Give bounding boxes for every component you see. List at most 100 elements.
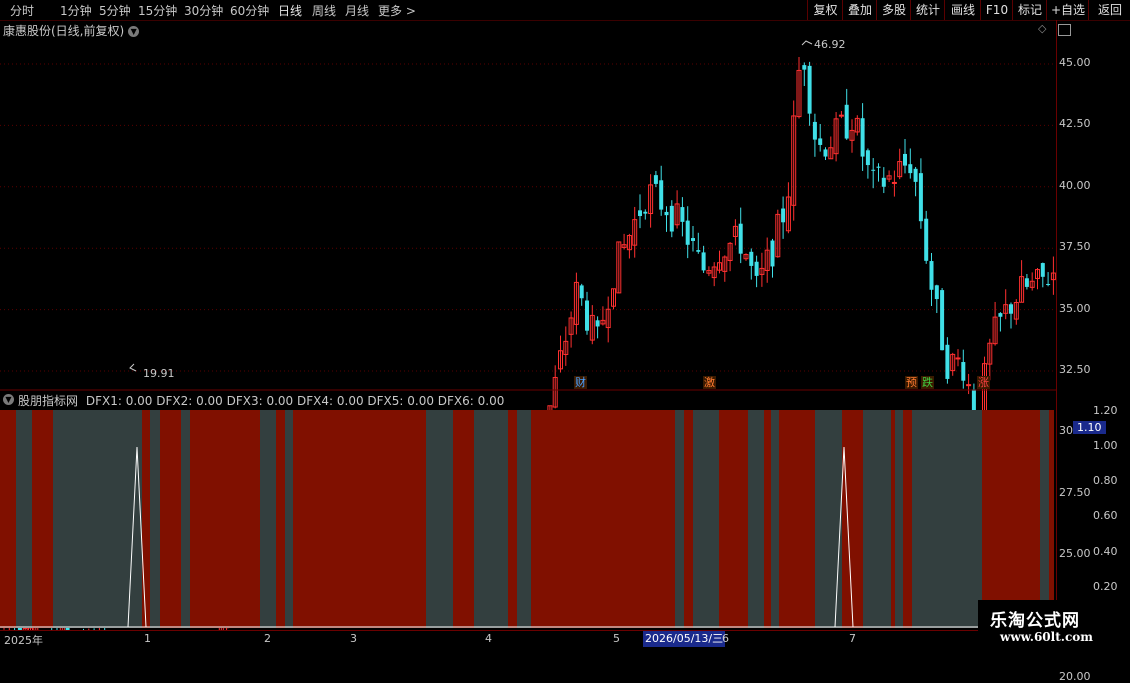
period-30min[interactable]: 30分钟 (184, 2, 223, 19)
period-60min[interactable]: 60分钟 (230, 2, 269, 19)
stats-button[interactable]: 统计 (910, 0, 945, 20)
watermark-name: 乐淘公式网 (990, 611, 1080, 631)
stock-title[interactable]: 康惠股份(日线,前复权) ▼ (3, 22, 140, 39)
indicator-band (293, 410, 426, 628)
candle-body-down (669, 205, 674, 232)
candle-body-down (685, 220, 690, 245)
cursor-date-highlight: 2026/05/13/三 (643, 631, 726, 647)
candle-body-down (738, 223, 743, 254)
low-marker (129, 363, 137, 372)
date-label-m5: 5 (613, 632, 620, 645)
diamond-icon[interactable]: ◇ (1038, 22, 1046, 35)
candle-body-down (865, 150, 870, 166)
candle-body-down (929, 261, 934, 290)
candle-body-down (770, 240, 775, 267)
watermark-url: www.60lt.com (1000, 630, 1093, 644)
top-toolbar: 分时 1分钟 5分钟 15分钟 30分钟 60分钟 日线 周线 月线 更多 > … (0, 0, 1130, 21)
price-tick: 42.50 (1059, 117, 1091, 131)
candle-body-down (781, 208, 786, 223)
candle-body-down (749, 251, 754, 266)
event-marker-zhang[interactable]: 涨 (977, 376, 990, 389)
candle-body-down (812, 121, 817, 140)
indicator-band (181, 410, 190, 628)
period-5min[interactable]: 5分钟 (99, 2, 131, 19)
candle-body-down (903, 153, 907, 166)
indicator-band (891, 410, 895, 628)
chevron-down-icon[interactable]: ▼ (128, 26, 140, 37)
event-marker-ji[interactable]: 激 (703, 376, 716, 389)
indicator-band (684, 410, 693, 628)
indicator-band (748, 410, 764, 628)
date-label-m3: 3 (350, 632, 357, 645)
event-marker-cai[interactable]: 财 (574, 376, 587, 389)
candle-body-down (924, 218, 929, 261)
add-watchlist-button[interactable]: +自选 (1046, 0, 1089, 20)
period-fenshi[interactable]: 分时 (10, 2, 34, 19)
indicator-tick: 0.40 (1093, 544, 1118, 558)
period-monthly[interactable]: 月线 (345, 2, 369, 19)
f10-button[interactable]: F10 (980, 0, 1013, 20)
indicator-band (1040, 410, 1049, 628)
date-label-m7: 7 (849, 632, 856, 645)
candle-body-down (871, 169, 876, 171)
candle-body-down (945, 344, 950, 379)
candle-body-down (696, 250, 701, 252)
period-1min[interactable]: 1分钟 (60, 2, 92, 19)
indicator-tick: 0.60 (1093, 509, 1118, 523)
candle-body-down (680, 207, 685, 222)
price-tick: 35.00 (1059, 301, 1091, 315)
price-tick: 32.50 (1059, 363, 1091, 376)
indicator-band (453, 410, 474, 628)
candle-body-up (966, 384, 972, 387)
indicator-band (426, 410, 453, 628)
indicator-band (160, 410, 181, 628)
indicator-chevron-icon[interactable]: ▼ (3, 394, 14, 405)
indicator-band (32, 410, 53, 628)
price-tick: 37.50 (1059, 240, 1091, 254)
indicator-band (474, 410, 508, 628)
overlay-button[interactable]: 叠加 (842, 0, 877, 20)
back-button[interactable]: 返回 (1088, 0, 1130, 20)
date-label-m2: 2 (264, 632, 271, 645)
stock-title-text: 康惠股份(日线,前复权) (3, 24, 125, 38)
candle-body-down (823, 149, 828, 157)
indicator-band (982, 410, 1040, 628)
period-more[interactable]: 更多 > (378, 2, 416, 19)
multi-stock-button[interactable]: 多股 (876, 0, 911, 20)
candle-body-down (1009, 304, 1013, 314)
candle-body-down (934, 285, 939, 300)
indicator-tick: 0.20 (1093, 579, 1118, 593)
period-weekly[interactable]: 周线 (312, 2, 336, 19)
chart-canvas[interactable] (0, 20, 1056, 630)
indicator-band (150, 410, 160, 628)
candle-body-down (579, 285, 584, 299)
indicator-band (53, 410, 142, 628)
mark-button[interactable]: 标记 (1012, 0, 1047, 20)
indicator-band (815, 410, 842, 628)
event-marker-yu[interactable]: 预 (905, 376, 918, 389)
candle-body-down (1046, 283, 1051, 285)
price-tick: 25.00 (1059, 547, 1091, 561)
indicator-name[interactable]: 股朋指标网 (18, 394, 78, 408)
indicator-band (190, 410, 260, 628)
candle-body-down (691, 238, 695, 241)
indicator-band (517, 410, 531, 628)
candle-body-down (940, 290, 945, 351)
fuquan-button[interactable]: 复权 (807, 0, 843, 20)
indicator-tick: 1.00 (1093, 439, 1118, 452)
draw-button[interactable]: 画线 (944, 0, 981, 20)
candle-body-down (876, 166, 881, 168)
indicator-band (863, 410, 891, 628)
candle-body-down (998, 313, 1003, 317)
indicator-band (903, 410, 912, 628)
period-daily[interactable]: 日线 (278, 2, 302, 19)
candle-body-down (701, 252, 706, 271)
indicator-bands (0, 389, 1056, 628)
period-15min[interactable]: 15分钟 (138, 2, 177, 19)
price-marks (129, 40, 813, 372)
candle-body-down (818, 138, 823, 145)
price-tick: 45.00 (1059, 56, 1091, 69)
indicator-band (260, 410, 276, 628)
event-marker-die[interactable]: 跌 (921, 376, 934, 389)
indicator-band (771, 410, 779, 628)
